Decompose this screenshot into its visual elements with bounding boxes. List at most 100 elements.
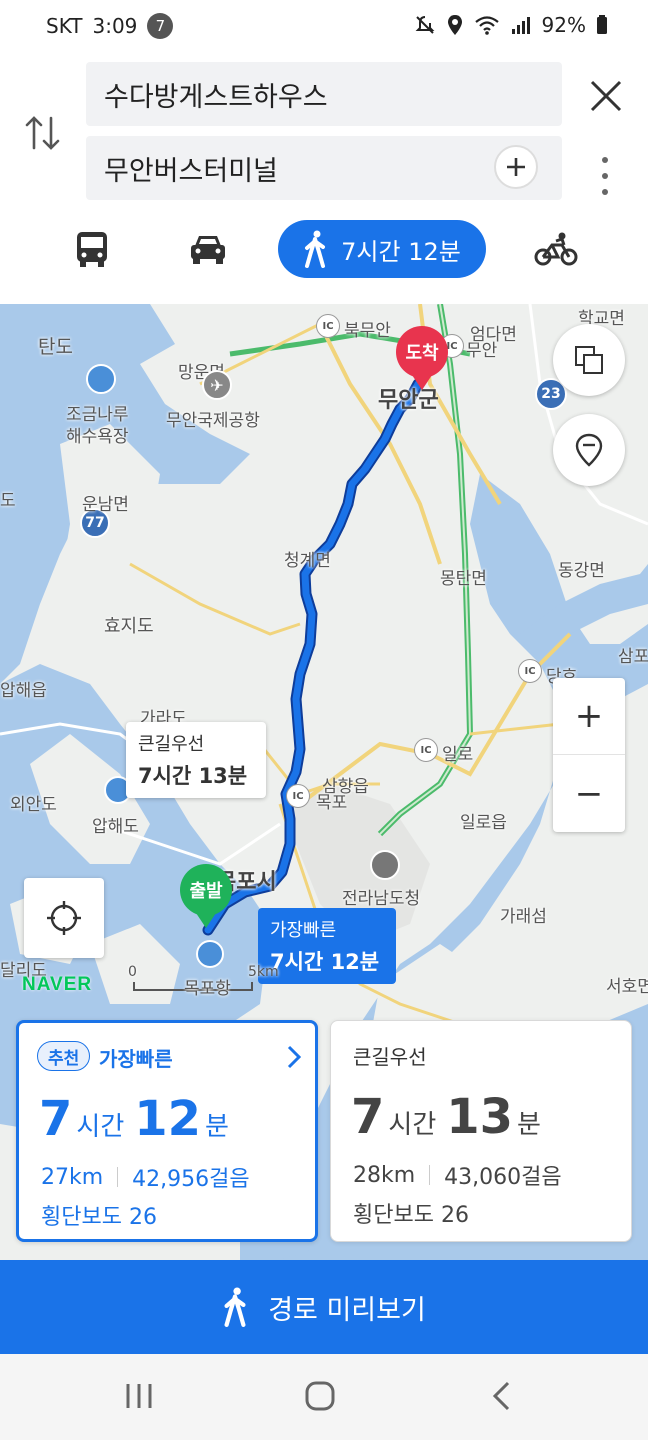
route-type-label: 가장빠른	[99, 1047, 173, 1071]
place-label: 외안도	[10, 795, 57, 815]
place-label: 목포	[316, 793, 348, 813]
battery-level: 92%	[541, 13, 586, 37]
place-label: 북무안	[344, 321, 391, 341]
place-label: 압해도	[92, 817, 139, 837]
destination-text: 무안버스터미널	[104, 155, 278, 187]
add-waypoint-button[interactable]	[494, 145, 538, 189]
scale-zero-label: 0	[128, 964, 137, 980]
zoom-control: + −	[553, 678, 625, 832]
stat-divider	[429, 1165, 431, 1185]
route-card-main-road[interactable]: 큰길우선 7 시간 13 분 28km 43,060걸음 횡단보도 26	[330, 1020, 632, 1242]
route-stats: 28km 43,060걸음	[353, 1159, 562, 1191]
close-icon[interactable]	[584, 74, 628, 118]
mode-bike-button[interactable]	[532, 220, 580, 278]
recent-apps-icon[interactable]	[124, 1382, 154, 1410]
main-road-route-bubble[interactable]: 큰길우선 7시간 13분	[126, 722, 266, 798]
place-label: 청계면	[284, 551, 331, 571]
zoom-out-button[interactable]: −	[553, 755, 625, 832]
bubble-title: 가장빠른	[270, 920, 337, 941]
place-label: 몽탄면	[440, 569, 487, 589]
walk-duration: 7시간 12분	[341, 237, 461, 266]
bubble-title: 큰길우선	[138, 734, 205, 755]
bubble-time: 7시간 12분	[270, 950, 380, 974]
bicycle-icon	[534, 232, 578, 266]
plus-icon	[507, 158, 525, 176]
scale-distance-label: 5km	[248, 964, 279, 980]
place-label: 압해읍	[0, 681, 47, 701]
naver-logo: NAVER	[22, 974, 93, 995]
route-stats: 27km 42,956걸음	[41, 1161, 250, 1193]
beach-icon	[86, 364, 116, 394]
route-type-label: 큰길우선	[353, 1045, 427, 1069]
origin-field[interactable]: 수다방게스트하우스	[86, 62, 562, 126]
place-label: 가래섬	[500, 907, 547, 927]
more-options-icon[interactable]	[592, 152, 618, 200]
port-icon	[196, 940, 224, 968]
route-steps: 43,060걸음	[444, 1165, 562, 1190]
ic-marker: IC	[316, 314, 340, 338]
place-label: 엄다면	[470, 325, 517, 345]
place-label: 해수욕장	[66, 427, 129, 447]
route-distance: 27km	[41, 1164, 104, 1190]
walking-icon	[224, 1287, 246, 1327]
my-location-button[interactable]	[24, 878, 104, 958]
carrier-label: SKT	[46, 14, 83, 38]
route-crosswalks: 횡단보도 26	[353, 1203, 469, 1228]
map-layers-button[interactable]	[553, 324, 625, 396]
bus-icon	[77, 232, 107, 267]
zoom-in-button[interactable]: +	[553, 678, 625, 755]
destination-pin[interactable]: 도착	[396, 326, 448, 390]
map-pin-icon	[575, 433, 603, 467]
duration-hours-unit: 시간	[76, 1112, 125, 1142]
mode-transit-button[interactable]	[68, 220, 116, 278]
chevron-right-icon	[287, 1045, 301, 1069]
system-navigation-bar	[0, 1354, 648, 1440]
crosshair-icon	[47, 901, 81, 935]
stat-divider	[117, 1167, 119, 1187]
place-label: 무안국제공항	[166, 411, 260, 431]
bubble-time: 7시간 13분	[138, 764, 248, 788]
duration-hours-unit: 시간	[388, 1110, 437, 1140]
place-label: 일로읍	[460, 813, 507, 833]
origin-text: 수다방게스트하우스	[104, 81, 328, 113]
ic-marker: IC	[414, 738, 438, 762]
destination-marker-label: 도착	[396, 326, 448, 378]
recommended-badge: 추천	[37, 1041, 91, 1071]
destination-field[interactable]: 무안버스터미널	[86, 136, 562, 200]
place-label: 삼포	[618, 647, 648, 667]
duration-minutes: 13	[446, 1089, 514, 1145]
place-label: 서호면	[606, 977, 648, 997]
place-label: 도	[0, 491, 16, 511]
map-pin-button[interactable]	[553, 414, 625, 486]
ic-marker: IC	[518, 659, 542, 683]
swap-direction-icon[interactable]	[24, 112, 62, 154]
airport-icon: ✈	[202, 370, 232, 400]
route-card-fastest[interactable]: 추천 가장빠른 7 시간 12 분 27km 42,956걸음 횡단보도 26	[16, 1020, 318, 1242]
place-label: 운남면	[82, 495, 129, 515]
government-office-icon	[370, 850, 400, 880]
place-label: 효지도	[104, 616, 154, 637]
mode-car-button[interactable]	[184, 220, 232, 278]
route-preview-button[interactable]: 경로 미리보기	[0, 1260, 648, 1354]
mode-walk-button[interactable]: 7시간 12분	[278, 220, 486, 278]
status-bar: SKT 3:09 7 92%	[0, 0, 648, 52]
place-label: 탄도	[38, 336, 73, 358]
origin-pin[interactable]: 출발	[180, 864, 232, 928]
duration-hours: 7	[351, 1089, 385, 1145]
back-icon[interactable]	[490, 1380, 512, 1412]
place-label: 목포항	[184, 979, 231, 999]
route-duration: 7 시간 12 분	[39, 1091, 239, 1147]
route-steps: 42,956걸음	[132, 1167, 250, 1192]
route-search-header: 수다방게스트하우스 무안버스터미널 7시간 12분	[0, 52, 648, 304]
battery-icon	[597, 15, 607, 34]
route-crosswalks: 횡단보도 26	[41, 1205, 157, 1230]
home-icon[interactable]	[304, 1380, 336, 1412]
layers-icon	[575, 346, 603, 374]
mute-icon	[415, 16, 434, 34]
origin-pin-tail	[194, 910, 218, 928]
notification-count-badge: 7	[147, 13, 174, 39]
place-label: 전라남도청	[342, 889, 421, 909]
place-label: 일로	[442, 745, 474, 765]
duration-minutes: 12	[134, 1091, 202, 1147]
wifi-icon	[474, 16, 499, 35]
